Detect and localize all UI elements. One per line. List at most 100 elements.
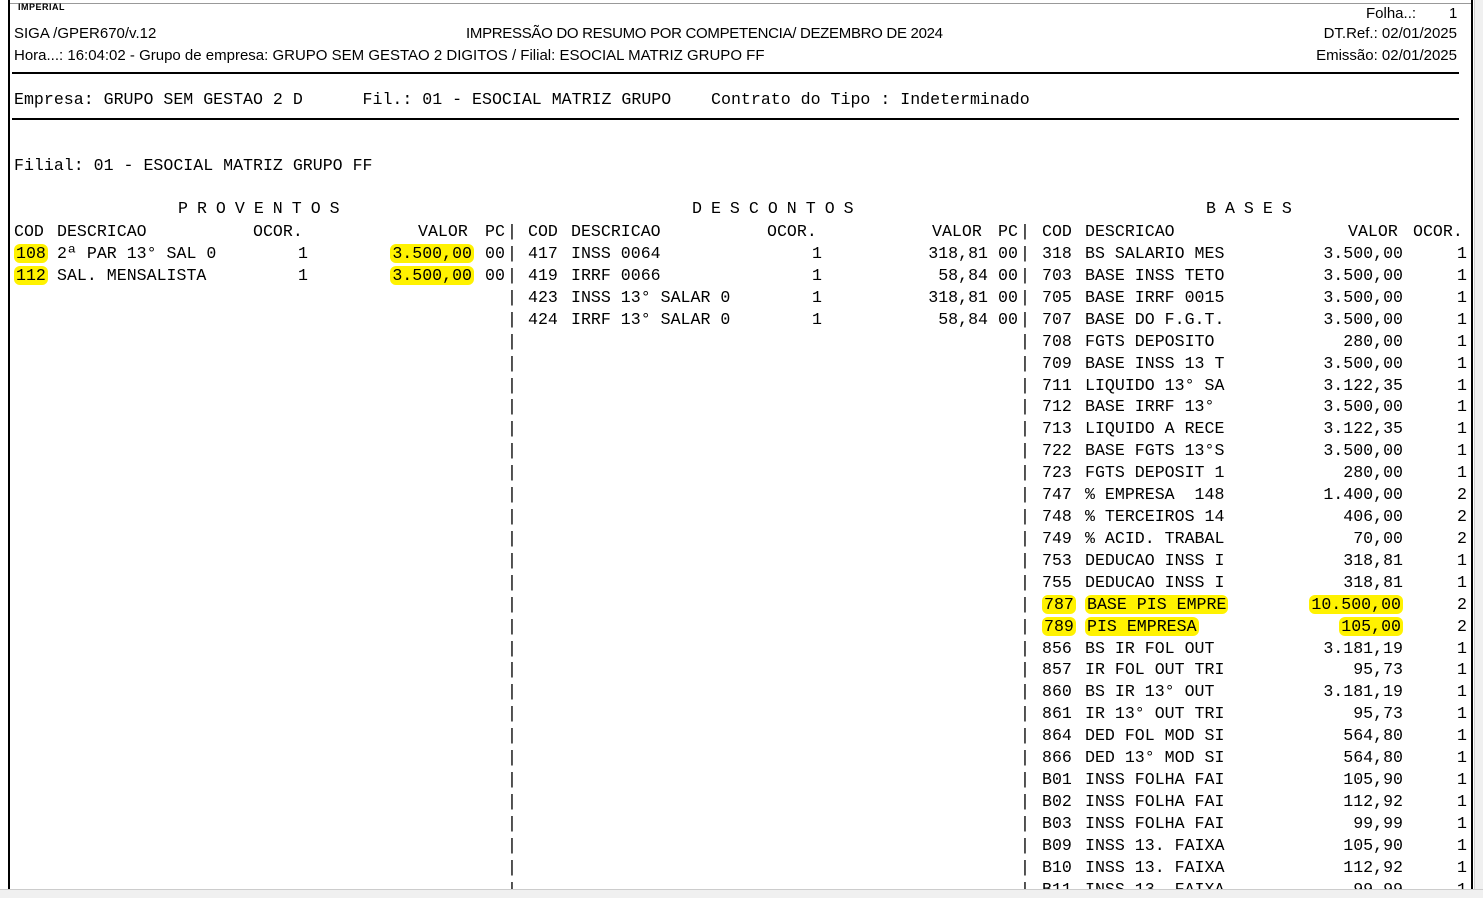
base-valor: 105,90	[1343, 770, 1403, 790]
col-separator: |	[1020, 222, 1030, 241]
base-cod: B01	[1042, 770, 1072, 790]
desc-desc: IRRF 0066	[571, 265, 661, 285]
col-separator: |	[1020, 792, 1030, 811]
col-separator: |	[507, 638, 517, 658]
col-separator: |	[1020, 616, 1030, 636]
prov-valor: 3.500,00	[390, 244, 474, 263]
base-ocor: 1	[1457, 572, 1467, 592]
horizontal-scrollbar[interactable]	[0, 889, 1483, 898]
base-valor: 1.400,00	[1323, 485, 1403, 505]
prov-col-ocor: OCOR.	[253, 222, 303, 241]
desc-cod: 419	[528, 265, 558, 285]
base-desc: IR 13° OUT TRI	[1085, 704, 1225, 724]
base-ocor: 1	[1457, 375, 1467, 395]
base-valor: 95,73	[1353, 704, 1403, 724]
base-ocor: 1	[1457, 704, 1467, 724]
desc-cod: 423	[528, 287, 558, 307]
col-separator: |	[1020, 813, 1030, 833]
header-rule	[12, 72, 1459, 74]
col-separator: |	[507, 507, 517, 527]
col-separator: |	[507, 748, 517, 768]
col-separator: |	[1020, 463, 1030, 483]
desc-ocor: 1	[812, 265, 822, 285]
col-separator: |	[1020, 375, 1030, 395]
base-ocor: 1	[1457, 441, 1467, 461]
base-ocor: 2	[1457, 616, 1467, 636]
base-desc: DEDUCAO INSS I	[1085, 550, 1225, 570]
base-valor: 3.500,00	[1323, 397, 1403, 417]
info-rule	[12, 118, 1459, 120]
col-separator: |	[1020, 353, 1030, 373]
base-desc: FGTS DEPOSIT 1	[1085, 463, 1225, 483]
vertical-scrollbar[interactable]	[1474, 0, 1483, 898]
col-separator: |	[507, 616, 517, 636]
base-valor: 70,00	[1353, 528, 1403, 548]
base-valor: 3.500,00	[1323, 441, 1403, 461]
base-cod: 864	[1042, 726, 1072, 746]
base-valor: 406,00	[1343, 507, 1403, 527]
col-separator: |	[507, 309, 517, 329]
base-cod: 747	[1042, 485, 1072, 505]
program-id: SIGA /GPER670/v.12	[14, 25, 157, 42]
col-separator: |	[1020, 331, 1030, 351]
top-border	[8, 3, 1473, 4]
desc-col-pc: PC	[998, 222, 1018, 241]
col-separator: |	[1020, 507, 1030, 527]
col-separator: |	[507, 594, 517, 614]
base-ocor: 1	[1457, 397, 1467, 417]
col-separator: |	[1020, 419, 1030, 439]
base-cod: 860	[1042, 682, 1072, 702]
col-separator: |	[1020, 835, 1030, 855]
base-desc: INSS FOLHA FAI	[1085, 813, 1225, 833]
section-bases: BASES	[1206, 199, 1301, 218]
base-cod: 748	[1042, 507, 1072, 527]
base-ocor: 1	[1457, 835, 1467, 855]
base-ocor: 1	[1457, 770, 1467, 790]
base-cod: 705	[1042, 287, 1072, 307]
prov-col-desc: DESCRICAO	[57, 222, 147, 241]
col-separator: |	[507, 550, 517, 570]
base-col-desc: DESCRICAO	[1085, 222, 1175, 241]
col-separator: |	[507, 835, 517, 855]
base-ocor: 1	[1457, 813, 1467, 833]
base-cod: 709	[1042, 353, 1072, 373]
col-separator: |	[507, 222, 517, 241]
base-cod: 707	[1042, 309, 1072, 329]
base-cod: 318	[1042, 244, 1072, 263]
col-separator: |	[1020, 726, 1030, 746]
base-ocor: 1	[1457, 331, 1467, 351]
company-logo-text: IMPERIAL	[18, 2, 66, 12]
desc-pc: 00	[998, 287, 1018, 307]
filial-line: Filial: 01 - ESOCIAL MATRIZ GRUPO FF	[14, 156, 373, 175]
base-cod: B02	[1042, 792, 1072, 811]
desc-col-desc: DESCRICAO	[571, 222, 661, 241]
base-cod: 787	[1042, 594, 1076, 614]
desc-col-cod: COD	[528, 222, 558, 241]
base-valor: 95,73	[1353, 660, 1403, 680]
col-separator: |	[1020, 572, 1030, 592]
base-desc: INSS 13. FAIXA	[1085, 835, 1225, 855]
base-desc: % EMPRESA 148	[1085, 485, 1225, 505]
desc-ocor: 1	[812, 244, 822, 263]
desc-pc: 00	[998, 309, 1018, 329]
base-desc: BASE INSS TETO	[1085, 265, 1225, 285]
empresa-line: Empresa: GRUPO SEM GESTAO 2 D Fil.: 01 -…	[14, 90, 1030, 109]
base-desc: % TERCEIROS 14	[1085, 507, 1225, 527]
desc-valor: 318,81	[928, 244, 988, 263]
base-ocor: 1	[1457, 660, 1467, 680]
col-separator: |	[1020, 528, 1030, 548]
base-cod: 857	[1042, 660, 1072, 680]
desc-ocor: 1	[812, 287, 822, 307]
col-separator: |	[507, 441, 517, 461]
base-desc: % ACID. TRABAL	[1085, 528, 1225, 548]
base-ocor: 1	[1457, 857, 1467, 877]
col-separator: |	[507, 331, 517, 351]
base-desc: INSS 13. FAIXA	[1085, 857, 1225, 877]
desc-valor: 58,84	[938, 309, 988, 329]
col-separator: |	[507, 572, 517, 592]
desc-valor: 58,84	[938, 265, 988, 285]
col-separator: |	[1020, 309, 1030, 329]
base-cod: 789	[1042, 616, 1076, 636]
folha-value: 1	[1449, 5, 1458, 22]
base-desc: IR FOL OUT TRI	[1085, 660, 1225, 680]
